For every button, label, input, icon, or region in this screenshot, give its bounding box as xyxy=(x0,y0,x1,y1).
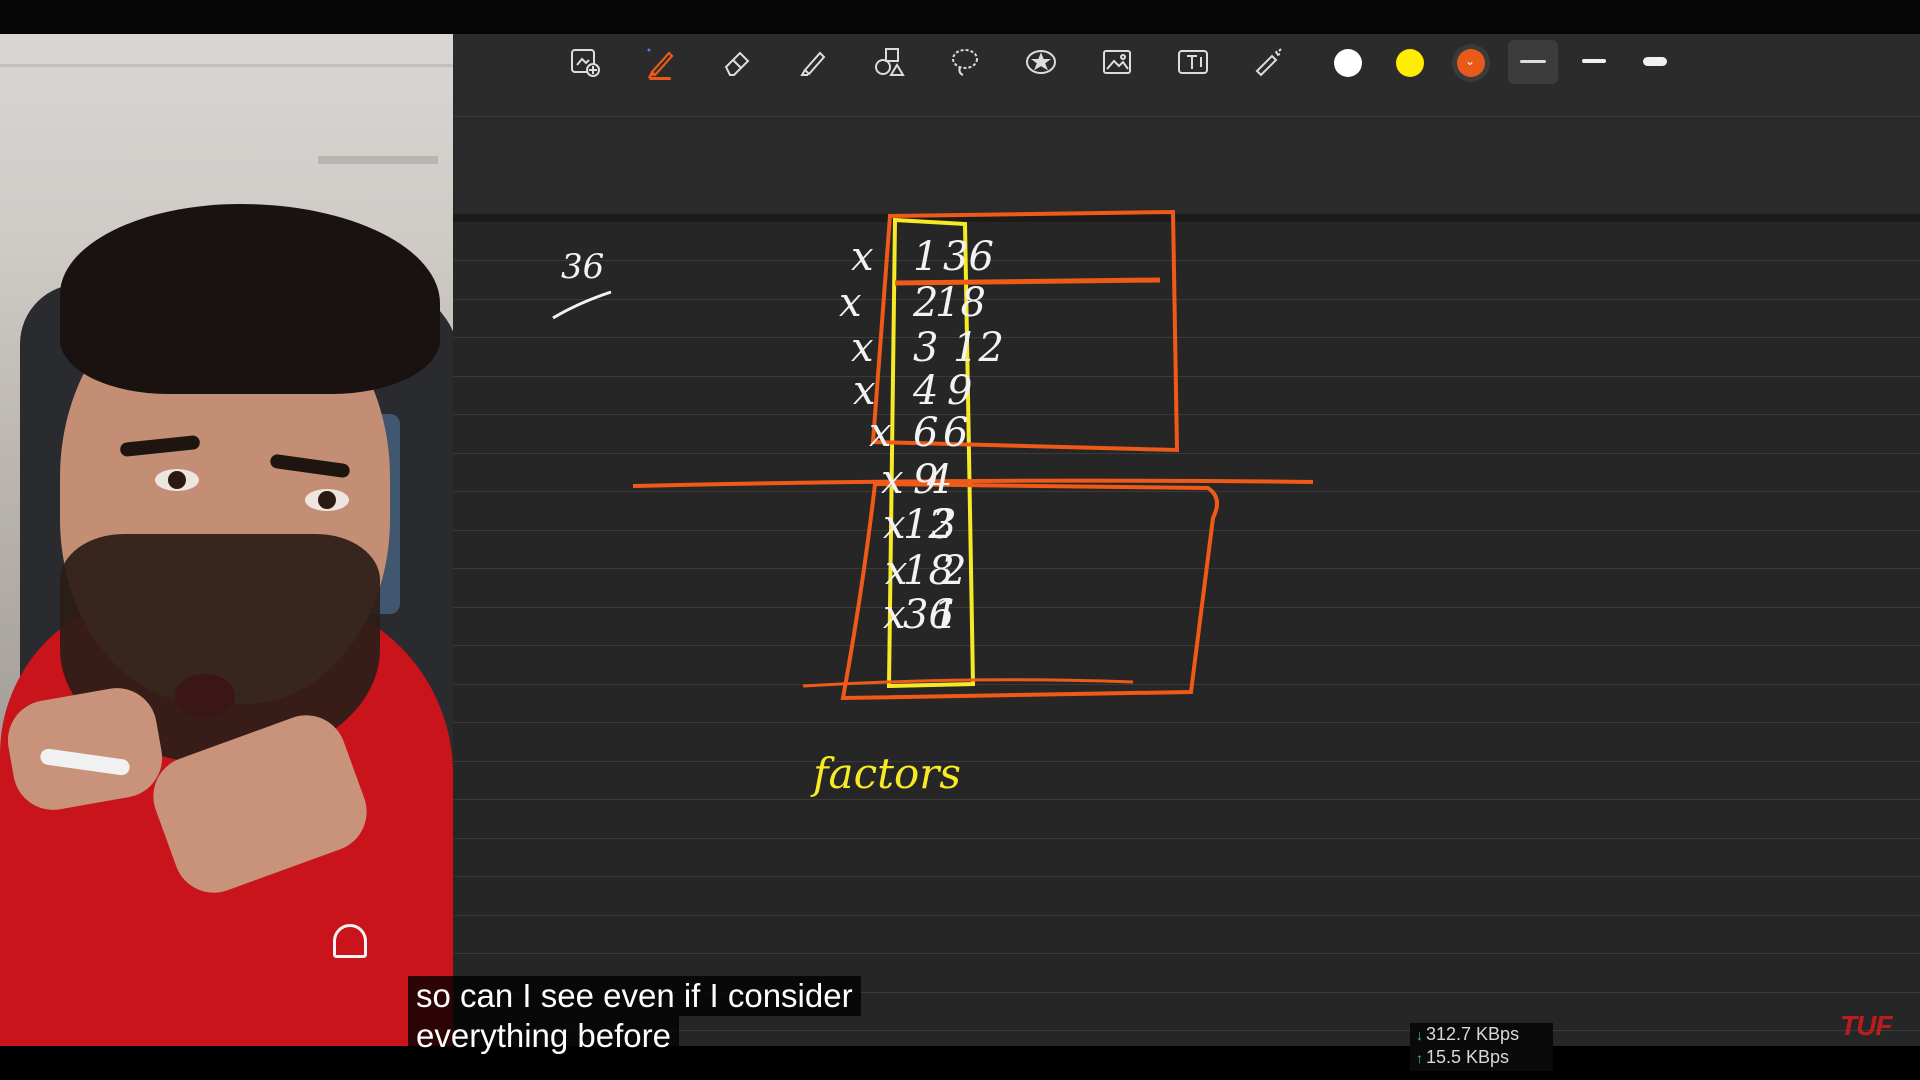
upload-arrow-icon: ↑ xyxy=(1416,1050,1423,1066)
number-underline xyxy=(552,290,612,320)
factor-left: 6 xyxy=(913,410,938,456)
factor-right: 1 xyxy=(933,592,958,638)
top-black-bar xyxy=(0,0,1920,34)
factor-left: 4 xyxy=(912,368,938,414)
multiply-sign: x xyxy=(851,325,874,371)
sticker-icon[interactable] xyxy=(1019,40,1063,84)
factor-left: 3 xyxy=(913,325,938,371)
multiply-sign: x xyxy=(851,234,874,280)
multiply-sign: x xyxy=(883,502,906,548)
multiply-sign: x xyxy=(881,457,904,503)
orange-color-swatch[interactable]: ⌄ xyxy=(1457,49,1485,77)
multiply-sign: x xyxy=(869,410,892,456)
webcam-feed xyxy=(0,34,453,1046)
thick-stroke-button[interactable] xyxy=(1633,40,1677,84)
eraser-icon[interactable] xyxy=(715,40,759,84)
number-label: 36 xyxy=(561,247,604,287)
factor-right: 4 xyxy=(926,457,952,503)
subtitle-box: so can I see even if I consider everythi… xyxy=(408,976,861,1056)
download-arrow-icon: ↓ xyxy=(1416,1027,1423,1043)
thin-stroke-button[interactable] xyxy=(1508,40,1558,84)
right-eye xyxy=(305,489,349,511)
brand-watermark: TUF xyxy=(1840,1010,1892,1041)
download-speed: 312.7 KBps xyxy=(1426,1024,1520,1044)
factor-right: 9 xyxy=(947,368,972,414)
presenter-hair xyxy=(60,204,440,394)
network-speed-widget: ↓ 312.7 KBps ↑ 15.5 KBps xyxy=(1410,1023,1553,1071)
drawing-toolbar: ⌄ xyxy=(453,34,1920,90)
mouth xyxy=(175,674,235,718)
upload-speed: 15.5 KBps xyxy=(1426,1047,1510,1067)
hoodie-logo xyxy=(333,924,367,958)
wall-edge xyxy=(0,64,453,67)
multiply-sign: x xyxy=(853,368,876,414)
factor-right: 18 xyxy=(935,280,986,326)
factor-left: 1 xyxy=(913,234,938,280)
chevron-down-icon: ⌄ xyxy=(1465,54,1476,68)
bottom-black-bar xyxy=(0,1046,1920,1080)
white-color-swatch[interactable] xyxy=(1334,49,1362,77)
factor-right: 3 xyxy=(931,502,956,548)
left-eye xyxy=(155,469,199,491)
text-icon[interactable] xyxy=(1171,40,1215,84)
multiply-sign: x xyxy=(885,548,908,594)
factor-right: 2 xyxy=(940,548,966,594)
subtitle-line-2: everything before xyxy=(408,1016,679,1056)
yellow-color-swatch[interactable] xyxy=(1396,49,1424,77)
multiply-sign: x xyxy=(839,280,862,326)
multiply-sign: x xyxy=(883,592,906,638)
factor-right: 6 xyxy=(943,410,968,456)
drawing-canvas[interactable]: 36 1x 362x 183x 124x 96x 69x 412x 318x 236x 1 fac… xyxy=(453,188,1920,1046)
laser-pointer-icon[interactable] xyxy=(1247,40,1291,84)
subtitle-line-1: so can I see even if I consider xyxy=(408,976,861,1016)
factors-annotation: factors xyxy=(810,749,961,798)
lasso-icon[interactable] xyxy=(943,40,987,84)
factor-right: 12 xyxy=(953,325,1004,371)
highlighter-icon[interactable] xyxy=(791,40,835,84)
image-icon[interactable] xyxy=(1095,40,1139,84)
pen-icon[interactable] xyxy=(639,40,683,84)
factor-right: 36 xyxy=(943,234,994,280)
add-page-icon[interactable] xyxy=(563,40,607,84)
wall-shelf xyxy=(318,156,438,164)
shapes-icon[interactable] xyxy=(867,40,911,84)
ruled-line xyxy=(453,116,1920,117)
medium-stroke-button[interactable] xyxy=(1572,40,1616,84)
